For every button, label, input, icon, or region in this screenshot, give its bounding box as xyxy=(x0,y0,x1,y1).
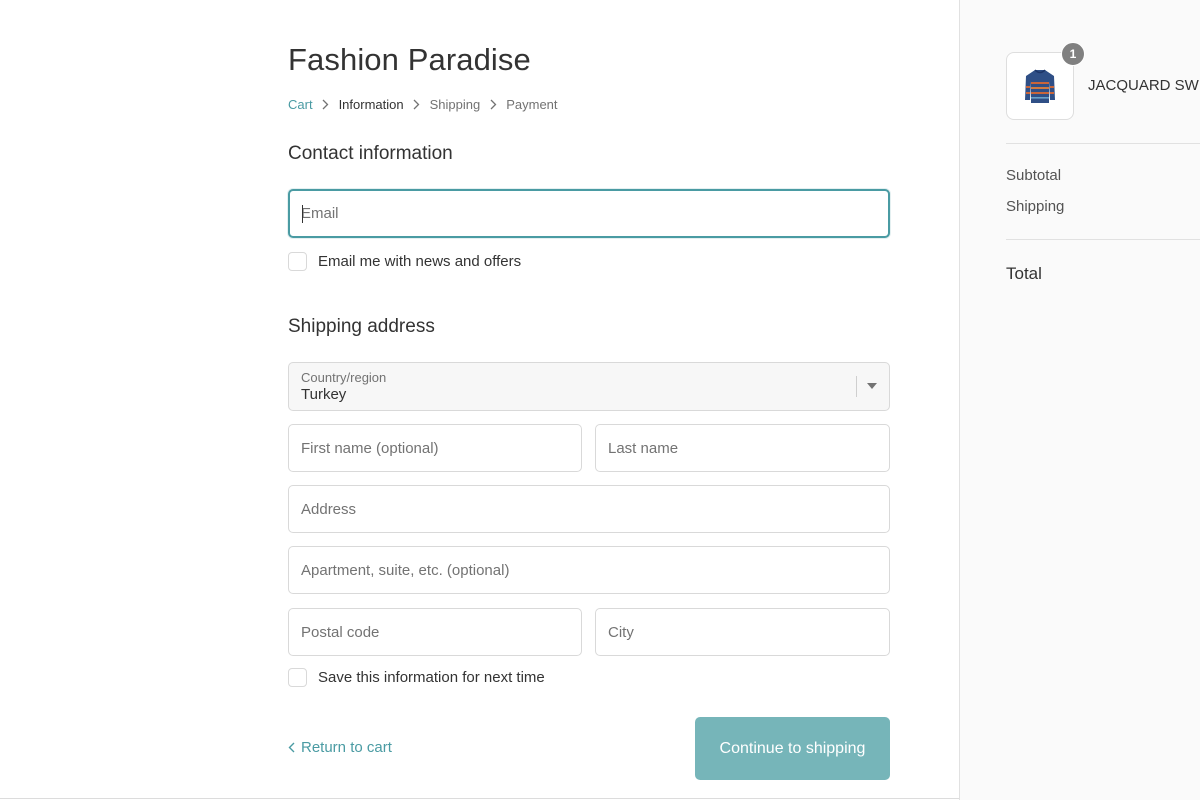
apartment-input[interactable] xyxy=(289,547,889,593)
city-input[interactable] xyxy=(596,609,889,655)
return-to-cart-label: Return to cart xyxy=(301,739,392,756)
chevron-left-icon xyxy=(288,742,295,753)
news-offers-label: Email me with news and offers xyxy=(318,253,522,270)
country-label: Country/region xyxy=(301,370,387,385)
postal-code-input[interactable] xyxy=(289,609,581,655)
select-divider xyxy=(856,376,857,397)
breadcrumb-information: Information xyxy=(338,96,404,112)
news-offers-checkbox[interactable] xyxy=(288,252,307,271)
email-field[interactable] xyxy=(288,189,890,238)
address-field[interactable] xyxy=(288,485,890,533)
first-name-field[interactable] xyxy=(288,424,582,472)
shipping-section-title: Shipping address xyxy=(288,316,435,337)
chevron-right-icon xyxy=(480,96,506,112)
city-field[interactable] xyxy=(595,608,890,656)
continue-to-shipping-button[interactable]: Continue to shipping xyxy=(695,717,890,780)
news-offers-option[interactable]: Email me with news and offers xyxy=(288,252,521,271)
country-select[interactable]: Country/region Turkey xyxy=(288,362,890,411)
order-summary-sidebar: 1 JACQUARD SWEATER Subtotal Shipping Tot… xyxy=(959,0,1200,800)
save-info-label: Save this information for next time xyxy=(318,669,545,686)
sweater-image-icon xyxy=(1025,69,1055,103)
last-name-field[interactable] xyxy=(595,424,890,472)
address-input[interactable] xyxy=(289,486,889,532)
text-caret xyxy=(302,205,303,223)
page-bottom-divider xyxy=(0,798,959,799)
postal-code-field[interactable] xyxy=(288,608,582,656)
checkout-main: Fashion Paradise Cart Information Shippi… xyxy=(0,0,959,800)
breadcrumb-payment: Payment xyxy=(506,96,558,112)
chevron-right-icon xyxy=(404,96,430,112)
first-name-input[interactable] xyxy=(289,425,581,471)
quantity-badge: 1 xyxy=(1061,42,1085,66)
breadcrumb-shipping: Shipping xyxy=(429,96,481,112)
breadcrumb: Cart Information Shipping Payment xyxy=(288,96,558,112)
save-info-option[interactable]: Save this information for next time xyxy=(288,668,545,687)
chevron-right-icon xyxy=(313,96,339,112)
save-info-checkbox[interactable] xyxy=(288,668,307,687)
email-input[interactable] xyxy=(290,191,888,236)
total-label: Total xyxy=(1006,264,1042,283)
product-name: JACQUARD SWEATER xyxy=(1088,77,1200,94)
contact-section-title: Contact information xyxy=(288,143,453,164)
last-name-input[interactable] xyxy=(596,425,889,471)
chevron-down-icon[interactable] xyxy=(867,383,877,390)
apartment-field[interactable] xyxy=(288,546,890,594)
return-to-cart-link[interactable]: Return to cart xyxy=(288,739,392,756)
summary-divider xyxy=(1006,239,1200,240)
subtotal-label: Subtotal xyxy=(1006,167,1062,184)
shop-title[interactable]: Fashion Paradise xyxy=(288,42,531,78)
breadcrumb-cart[interactable]: Cart xyxy=(288,97,313,112)
country-value: Turkey xyxy=(301,386,347,403)
summary-divider xyxy=(1006,143,1200,144)
shipping-label: Shipping xyxy=(1006,198,1065,215)
